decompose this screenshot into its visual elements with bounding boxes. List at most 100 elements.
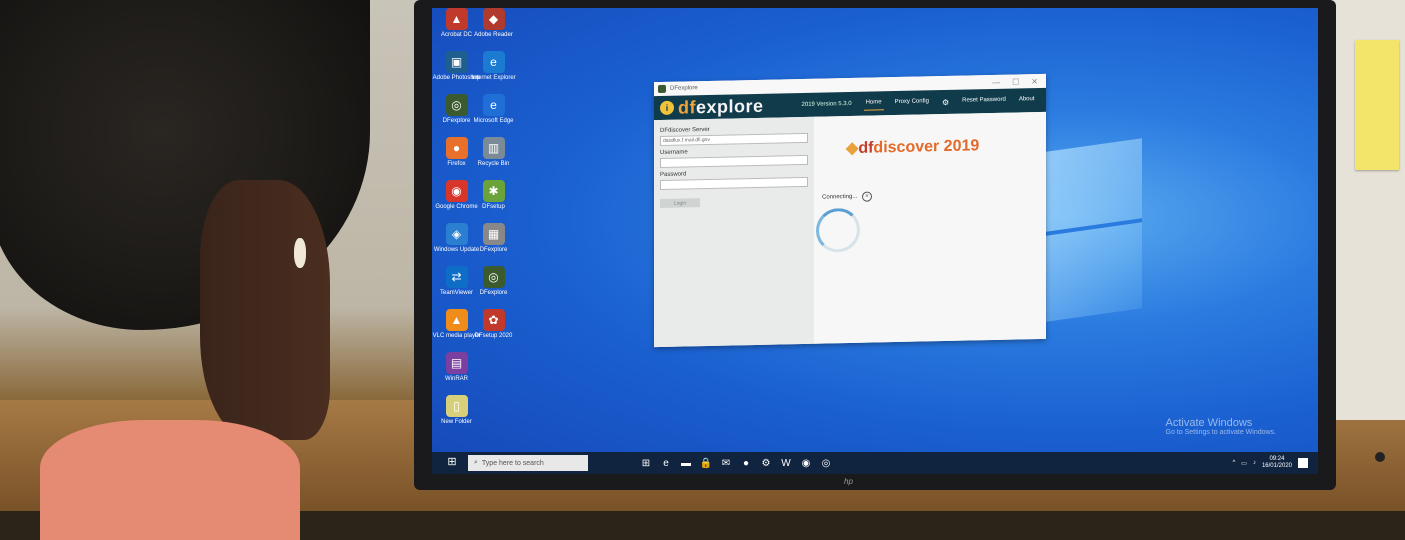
desktop-icon-label: DFsetup	[482, 204, 505, 210]
taskbar-app-icon[interactable]: ✉	[720, 457, 732, 469]
windows-logo-wallpaper	[1032, 138, 1142, 324]
tab-reset-password[interactable]: Reset Password	[960, 94, 1008, 108]
activate-windows-watermark: Activate Windows Go to Settings to activ…	[1166, 417, 1277, 436]
monitor-brand-logo: hp	[844, 477, 853, 486]
window-title: DFexplore	[670, 85, 698, 92]
screen: ▲ Acrobat DC ◆ Adobe Reader ▣ Adobe Photoshop…	[432, 8, 1318, 474]
desktop-icon-glyph: ▲	[445, 309, 468, 331]
app-logo: dfexplore	[678, 95, 764, 118]
network-icon[interactable]: ▭	[1241, 460, 1247, 467]
taskbar-app-icon[interactable]: ◎	[820, 457, 832, 469]
dfdiscover-brand: ◆dfdiscover 2019	[846, 137, 980, 158]
watermark-subtitle: Go to Settings to activate Windows.	[1165, 429, 1277, 436]
desktop-icon[interactable]: ▤ WinRAR	[440, 352, 473, 395]
desktop-icon[interactable]: ▯ New Folder	[440, 395, 473, 438]
connecting-status: Connecting...	[822, 193, 858, 201]
volume-icon[interactable]: ♪	[1253, 460, 1256, 466]
desktop-icon[interactable]: ◎ DFexplore	[477, 266, 510, 309]
desktop-icon-glyph: ◈	[445, 223, 468, 245]
taskbar-app-icon[interactable]: ⊞	[640, 457, 652, 469]
desktop-icon[interactable]: ▣ Adobe Photoshop	[433, 51, 480, 94]
username-field[interactable]	[660, 154, 808, 168]
taskbar-app-icon[interactable]: ⚙	[760, 457, 772, 469]
desktop-icon[interactable]: e Internet Explorer	[471, 51, 516, 94]
loading-spinner-icon	[816, 207, 860, 253]
nav-tabs: Home Proxy Config ⚙ Reset Password About	[863, 94, 1037, 111]
taskbar-app-icon[interactable]: ▬	[680, 457, 692, 469]
desktop-icon[interactable]: ◉ Google Chrome	[435, 180, 478, 223]
desktop-icon[interactable]: ◎ DFexplore	[440, 94, 473, 137]
notification-icon[interactable]	[1298, 458, 1308, 468]
desktop-icon-glyph: ▯	[445, 395, 468, 417]
desktop-icon[interactable]: ▥ Recycle Bin	[477, 137, 510, 180]
clock[interactable]: 09:24 16/01/2020	[1262, 456, 1292, 470]
desktop-icon[interactable]: ✱ DFsetup	[477, 180, 510, 223]
desktop-icon-label: WinRAR	[444, 376, 468, 382]
taskbar-search[interactable]: ⌕ Type here to search	[468, 455, 588, 471]
desktop-icon[interactable]: ✿ DFsetup 2020	[474, 309, 513, 352]
desktop-icon[interactable]: e Microsoft Edge	[473, 94, 514, 137]
desktop-icon[interactable]: ▦ DFexplore	[477, 223, 510, 266]
desktop-icon[interactable]: ● Firefox	[440, 137, 473, 180]
search-placeholder: Type here to search	[481, 459, 544, 467]
sticky-note	[1355, 40, 1399, 170]
desktop-icons: ▲ Acrobat DC ◆ Adobe Reader ▣ Adobe Photoshop…	[433, 8, 516, 438]
desktop-icon[interactable]: ▲ VLC media player	[433, 309, 480, 352]
taskbar-app-icon[interactable]: ●	[740, 457, 752, 469]
desktop-icon-label: DFexplore	[479, 290, 508, 296]
minimize-button[interactable]: —	[992, 77, 1000, 86]
desktop-icon-glyph: ✿	[482, 309, 505, 331]
desktop-icon-glyph: ▣	[445, 51, 468, 73]
desktop-icon-label: Recycle Bin	[477, 161, 510, 167]
taskbar-apps: ⊞ e ▬ 🔒 ✉ ● ⚙ W ◉ ◎	[640, 457, 832, 469]
app-icon	[658, 84, 666, 94]
dfexplore-window[interactable]: DFexplore — ☐ ✕ i dfexplore 2019 Version…	[654, 73, 1046, 348]
desktop-icon-glyph: ▲	[445, 8, 468, 30]
desktop-icon-label: Windows Update	[433, 247, 480, 253]
desktop-icon-glyph: ⇄	[445, 266, 468, 288]
desktop-icon-glyph: ●	[445, 137, 468, 159]
dfexplore-logo-icon: i	[660, 100, 674, 115]
desktop-icon[interactable]: ⇄ TeamViewer	[440, 266, 473, 309]
desktop-icon[interactable]: ◆ Adobe Reader	[474, 8, 513, 51]
monitor: ▲ Acrobat DC ◆ Adobe Reader ▣ Adobe Photoshop…	[414, 0, 1336, 490]
wall	[1330, 0, 1405, 420]
status-panel: ◆dfdiscover 2019 Connecting... ×	[814, 111, 1046, 344]
tab-about[interactable]: About	[1017, 94, 1037, 107]
desktop-icon-label: DFexplore	[479, 247, 508, 253]
shelf-knob	[1375, 452, 1385, 462]
desktop-icon-label: Firefox	[447, 161, 466, 167]
desktop-icon-glyph: ◉	[445, 180, 468, 202]
clock-time: 09:24	[1269, 456, 1285, 462]
cancel-connect-icon[interactable]: ×	[862, 191, 872, 202]
password-field[interactable]	[660, 176, 808, 190]
taskbar: ⊞ ⌕ Type here to search ⊞ e ▬ 🔒 ✉ ● ⚙ W ◉ ◎ ^ ▭ ♪…	[432, 452, 1318, 474]
maximize-button[interactable]: ☐	[1012, 77, 1019, 86]
version-label: 2019 Version 5.3.0	[801, 100, 852, 109]
desktop-icon-glyph: e	[482, 51, 505, 73]
server-select[interactable]: dataflux.f.mail.dfi.gov	[660, 132, 808, 146]
taskbar-app-icon[interactable]: ◉	[800, 457, 812, 469]
desktop-icon[interactable]: ▲ Acrobat DC	[440, 8, 473, 51]
taskbar-app-icon[interactable]: W	[780, 457, 792, 469]
desktop-icon[interactable]: ◈ Windows Update	[434, 223, 479, 266]
desktop-icon-label: Google Chrome	[435, 204, 478, 210]
desktop-icon-label: New Folder	[441, 419, 472, 425]
taskbar-app-icon[interactable]: e	[660, 457, 672, 469]
windows-start-icon[interactable]: ⊞	[444, 455, 460, 471]
person-face	[200, 180, 330, 440]
clock-date: 16/01/2020	[1261, 463, 1292, 469]
tab-proxy-config[interactable]: Proxy Config	[893, 96, 931, 110]
login-button[interactable]: Login	[660, 198, 700, 208]
earring	[294, 238, 306, 268]
desktop-icon-label: DFsetup 2020	[474, 333, 513, 339]
desktop-icon-label: Adobe Reader	[474, 32, 513, 38]
chevron-up-icon[interactable]: ^	[1232, 460, 1235, 466]
desktop-icon-glyph: ◆	[482, 8, 505, 30]
gear-icon[interactable]: ⚙	[940, 95, 951, 108]
desktop-icon-glyph: ▥	[482, 137, 505, 159]
taskbar-app-icon[interactable]: 🔒	[700, 457, 712, 469]
desktop-icon-label: Internet Explorer	[471, 75, 516, 81]
tab-home[interactable]: Home	[863, 96, 884, 111]
close-button[interactable]: ✕	[1031, 77, 1038, 86]
